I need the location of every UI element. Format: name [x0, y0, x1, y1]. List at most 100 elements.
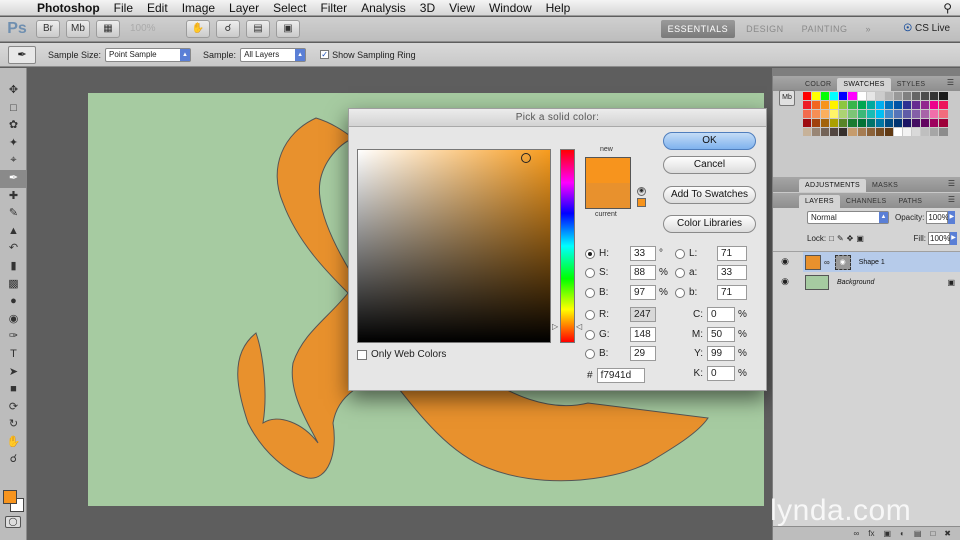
new-layer-icon[interactable]: □ [930, 527, 935, 540]
tab-styles[interactable]: STYLES [891, 78, 932, 91]
swatch-cell[interactable] [893, 110, 903, 118]
view-extras-button[interactable]: ▦ [96, 20, 120, 38]
swatch-cell[interactable] [875, 119, 884, 127]
black-input[interactable]: 0 [707, 366, 735, 381]
zoom-tool-button[interactable]: ☌ [216, 20, 240, 38]
menu-analysis[interactable]: Analysis [354, 1, 413, 15]
swatch-cell[interactable] [930, 92, 939, 100]
swatch-cell[interactable] [884, 119, 893, 127]
tab-paths[interactable]: PATHS [892, 195, 928, 208]
panel-menu-icon[interactable]: ☰ [947, 78, 954, 87]
swatch-cell[interactable] [939, 92, 948, 100]
swatch-cell[interactable] [921, 92, 930, 100]
lasso-tool[interactable]: ✿ [0, 117, 27, 135]
swatch-cell[interactable] [848, 101, 857, 109]
dialog-title[interactable]: Pick a solid color: [349, 109, 766, 127]
menu-select[interactable]: Select [266, 1, 313, 15]
swatch-cell[interactable] [875, 128, 884, 136]
pen-tool[interactable]: ✑ [0, 328, 27, 346]
arrange-documents-button[interactable]: ▤ [246, 20, 270, 38]
menu-view[interactable]: View [442, 1, 482, 15]
cs-live-button[interactable]: ☉ CS Live [903, 20, 950, 38]
swatch-cell[interactable] [912, 101, 921, 109]
swatches-grid[interactable] [803, 92, 949, 136]
swatch-cell[interactable] [939, 101, 948, 109]
swatch-cell[interactable] [821, 119, 830, 127]
swatch-cell[interactable] [921, 110, 930, 118]
yellow-input[interactable]: 99 [707, 346, 735, 361]
hue-slider-handle-right-icon[interactable]: ◁ [576, 322, 582, 331]
hue-input[interactable]: 33 [630, 246, 656, 261]
swatch-cell[interactable] [848, 92, 857, 100]
toolbox-grip[interactable] [0, 68, 26, 82]
stamp-tool[interactable]: ▲ [0, 223, 27, 241]
3d-orbit-tool[interactable]: ↻ [0, 416, 27, 434]
mini-bridge-icon[interactable]: Mb [779, 90, 795, 106]
fill-slider-icon[interactable]: ▶ [950, 232, 957, 245]
show-sampling-ring-checkbox[interactable]: ✓ Show Sampling Ring [320, 50, 416, 60]
green-input[interactable]: 148 [630, 327, 656, 342]
swatch-cell[interactable] [875, 101, 884, 109]
swatch-cell[interactable] [903, 92, 912, 100]
hue-radio[interactable] [585, 248, 595, 259]
hue-slider[interactable] [560, 149, 575, 343]
swatch-cell[interactable] [884, 128, 893, 136]
swatch-cell[interactable] [875, 110, 884, 118]
menu-layer[interactable]: Layer [222, 1, 266, 15]
eraser-tool[interactable]: ▮ [0, 258, 27, 276]
sample-select[interactable]: All Layers ▲ [240, 47, 307, 62]
swatch-cell[interactable] [803, 128, 812, 136]
panel-menu-icon[interactable]: ☰ [948, 179, 955, 188]
swatch-cell[interactable] [884, 110, 893, 118]
swatch-cell[interactable] [821, 110, 830, 118]
spotlight-search-icon[interactable]: ⚲ [943, 1, 952, 15]
menu-filter[interactable]: Filter [313, 1, 354, 15]
marquee-tool[interactable]: □ [0, 100, 27, 118]
swatch-cell[interactable] [839, 101, 848, 109]
lab-b-radio[interactable] [675, 287, 685, 298]
swatch-cell[interactable] [812, 101, 821, 109]
layer-visibility-eye-icon[interactable]: ◉ [777, 276, 793, 287]
ok-button[interactable]: OK [663, 132, 756, 150]
lab-l-input[interactable]: 71 [717, 246, 747, 261]
lab-a-input[interactable]: 33 [717, 265, 747, 280]
blend-mode-select[interactable]: Normal ▲ [807, 211, 889, 224]
swatch-cell[interactable] [839, 128, 848, 136]
color-libraries-button[interactable]: Color Libraries [663, 215, 756, 233]
layer-visibility-eye-icon[interactable]: ◉ [777, 256, 793, 267]
swatch-cell[interactable] [866, 128, 875, 136]
swatch-cell[interactable] [812, 128, 821, 136]
swatch-cell[interactable] [903, 110, 912, 118]
history-brush-tool[interactable]: ↶ [0, 240, 27, 258]
swatch-cell[interactable] [930, 110, 939, 118]
menu-edit[interactable]: Edit [140, 1, 175, 15]
menu-photoshop[interactable]: Photoshop [30, 1, 107, 15]
eyedropper-tool[interactable]: ✒ [0, 169, 27, 188]
gradient-tool[interactable]: ▩ [0, 276, 27, 294]
panel-menu-icon[interactable]: ☰ [948, 195, 955, 204]
swatch-cell[interactable] [903, 119, 912, 127]
lock-transparency-icon[interactable]: □ [829, 234, 834, 243]
cyan-input[interactable]: 0 [707, 307, 735, 322]
swatch-cell[interactable] [857, 128, 866, 136]
3d-rotate-tool[interactable]: ⟳ [0, 399, 27, 417]
swatch-cell[interactable] [857, 92, 866, 100]
new-group-icon[interactable]: ▤ [914, 527, 922, 540]
red-radio[interactable] [585, 309, 595, 320]
opacity-slider-icon[interactable]: ▶ [948, 211, 956, 224]
vector-mask-thumbnail[interactable]: ◉ [834, 254, 851, 270]
tool-preset-picker[interactable]: ✒ [8, 45, 36, 64]
web-safe-warning-icon[interactable]: ◉ [637, 187, 646, 196]
workspace-essentials[interactable]: ESSENTIALS [660, 20, 736, 38]
launch-bridge-button[interactable]: Br [36, 20, 60, 38]
swatch-cell[interactable] [921, 128, 930, 136]
swatch-cell[interactable] [912, 128, 921, 136]
swatch-cell[interactable] [803, 110, 812, 118]
hand-tool-button[interactable]: ✋ [186, 20, 210, 38]
link-icon[interactable]: ∞ [824, 258, 830, 267]
menu-window[interactable]: Window [482, 1, 539, 15]
menu-help[interactable]: Help [539, 1, 578, 15]
swatch-cell[interactable] [939, 110, 948, 118]
zoom-tool[interactable]: ☌ [0, 451, 27, 469]
swatch-cell[interactable] [866, 110, 875, 118]
